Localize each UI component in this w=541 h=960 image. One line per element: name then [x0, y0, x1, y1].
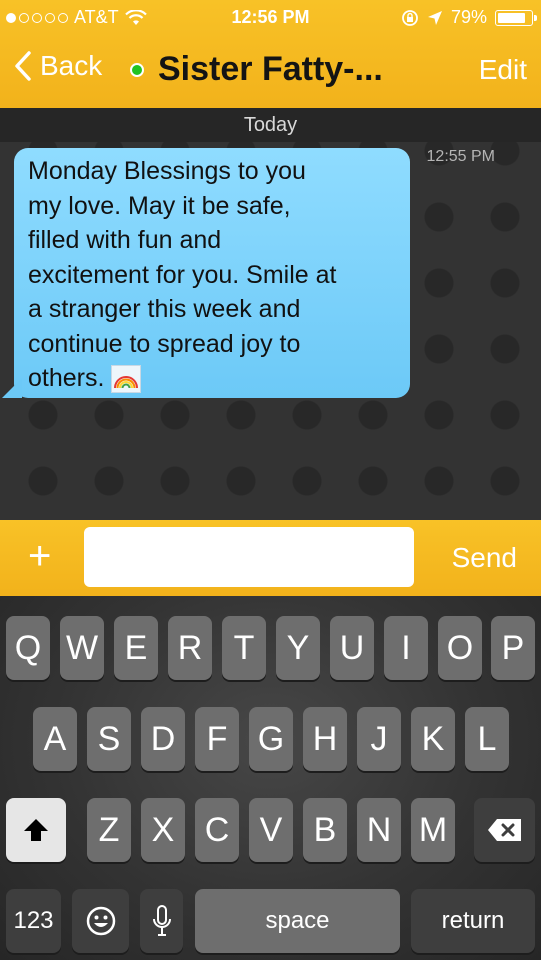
key-v[interactable]: V	[249, 798, 293, 862]
key-o[interactable]: O	[438, 616, 482, 680]
battery-percent: 79%	[450, 7, 487, 27]
status-bar: AT&T 12:56 PM 79%	[0, 0, 541, 36]
emoji-key[interactable]	[72, 889, 129, 953]
key-g[interactable]: G	[249, 707, 293, 771]
message-line: excitement for you. Smile at	[28, 260, 337, 289]
space-key[interactable]: space	[195, 889, 400, 953]
key-h[interactable]: H	[303, 707, 347, 771]
message-line: Monday Blessings to you	[28, 157, 306, 185]
key-z[interactable]: Z	[87, 798, 131, 862]
message-timestamp: 12:55 PM	[426, 148, 495, 165]
date-separator: Today	[0, 108, 541, 142]
key-u[interactable]: U	[330, 616, 374, 680]
rotation-lock-icon	[402, 9, 418, 26]
key-d[interactable]: D	[141, 707, 185, 771]
key-w[interactable]: W	[60, 616, 104, 680]
chat-area[interactable]: Today Monday Blessings to you my love. M…	[0, 108, 541, 520]
key-r[interactable]: R	[168, 616, 212, 680]
message-line: continue to spread joy to	[28, 329, 301, 358]
key-x[interactable]: X	[141, 798, 185, 862]
key-y[interactable]: Y	[276, 616, 320, 680]
status-right: 79%	[401, 7, 537, 28]
shift-key[interactable]	[6, 798, 66, 862]
edit-button[interactable]: Edit	[479, 54, 527, 86]
top-bar: AT&T 12:56 PM 79% Back Sister Fatty-... …	[0, 0, 541, 108]
key-s[interactable]: S	[87, 707, 131, 771]
key-e[interactable]: E	[114, 616, 158, 680]
battery-icon	[495, 9, 537, 26]
message-bubble[interactable]: Monday Blessings to you my love. May it …	[14, 148, 410, 398]
microphone-icon	[152, 905, 171, 936]
keyboard: Q W E R T Y U I O P A S D F G H J K L Z …	[0, 596, 541, 960]
key-f[interactable]: F	[195, 707, 239, 771]
key-m[interactable]: M	[411, 798, 455, 862]
conversation-title[interactable]: Sister Fatty-...	[130, 50, 383, 89]
key-c[interactable]: C	[195, 798, 239, 862]
message-line: filled with fun and	[28, 226, 222, 254]
key-a[interactable]: A	[33, 707, 77, 771]
rainbow-emoji-icon	[111, 365, 142, 394]
key-n[interactable]: N	[357, 798, 401, 862]
dictation-key[interactable]	[140, 889, 183, 953]
back-button[interactable]: Back	[14, 50, 102, 82]
key-p[interactable]: P	[491, 616, 535, 680]
location-arrow-icon	[427, 10, 442, 25]
add-attachment-button[interactable]: +	[28, 536, 51, 576]
chevron-left-icon	[15, 51, 31, 81]
battery-fill	[498, 12, 525, 23]
send-button[interactable]: Send	[452, 542, 517, 574]
numbers-key[interactable]: 123	[6, 889, 61, 953]
delete-key[interactable]	[474, 798, 535, 862]
return-key[interactable]: return	[411, 889, 535, 953]
key-t[interactable]: T	[222, 616, 266, 680]
key-l[interactable]: L	[465, 707, 509, 771]
key-j[interactable]: J	[357, 707, 401, 771]
online-status-icon	[130, 62, 144, 77]
message-line: others.	[28, 364, 105, 392]
message-line-last: others.	[28, 361, 396, 396]
key-b[interactable]: B	[303, 798, 347, 862]
contact-name: Sister Fatty-...	[158, 50, 383, 88]
message-input[interactable]	[84, 527, 414, 587]
compose-bar: + Send	[0, 520, 541, 596]
emoji-smiley-icon	[86, 906, 115, 936]
key-i[interactable]: I	[384, 616, 428, 680]
message-line: a stranger this week and	[28, 295, 301, 323]
backspace-icon	[487, 819, 521, 841]
message-line: my love. May it be safe,	[28, 191, 291, 220]
nav-bar: Back Sister Fatty-... Edit	[0, 36, 541, 108]
back-label: Back	[40, 50, 103, 81]
key-k[interactable]: K	[411, 707, 455, 771]
shift-arrow-icon	[24, 819, 48, 841]
key-q[interactable]: Q	[6, 616, 50, 680]
